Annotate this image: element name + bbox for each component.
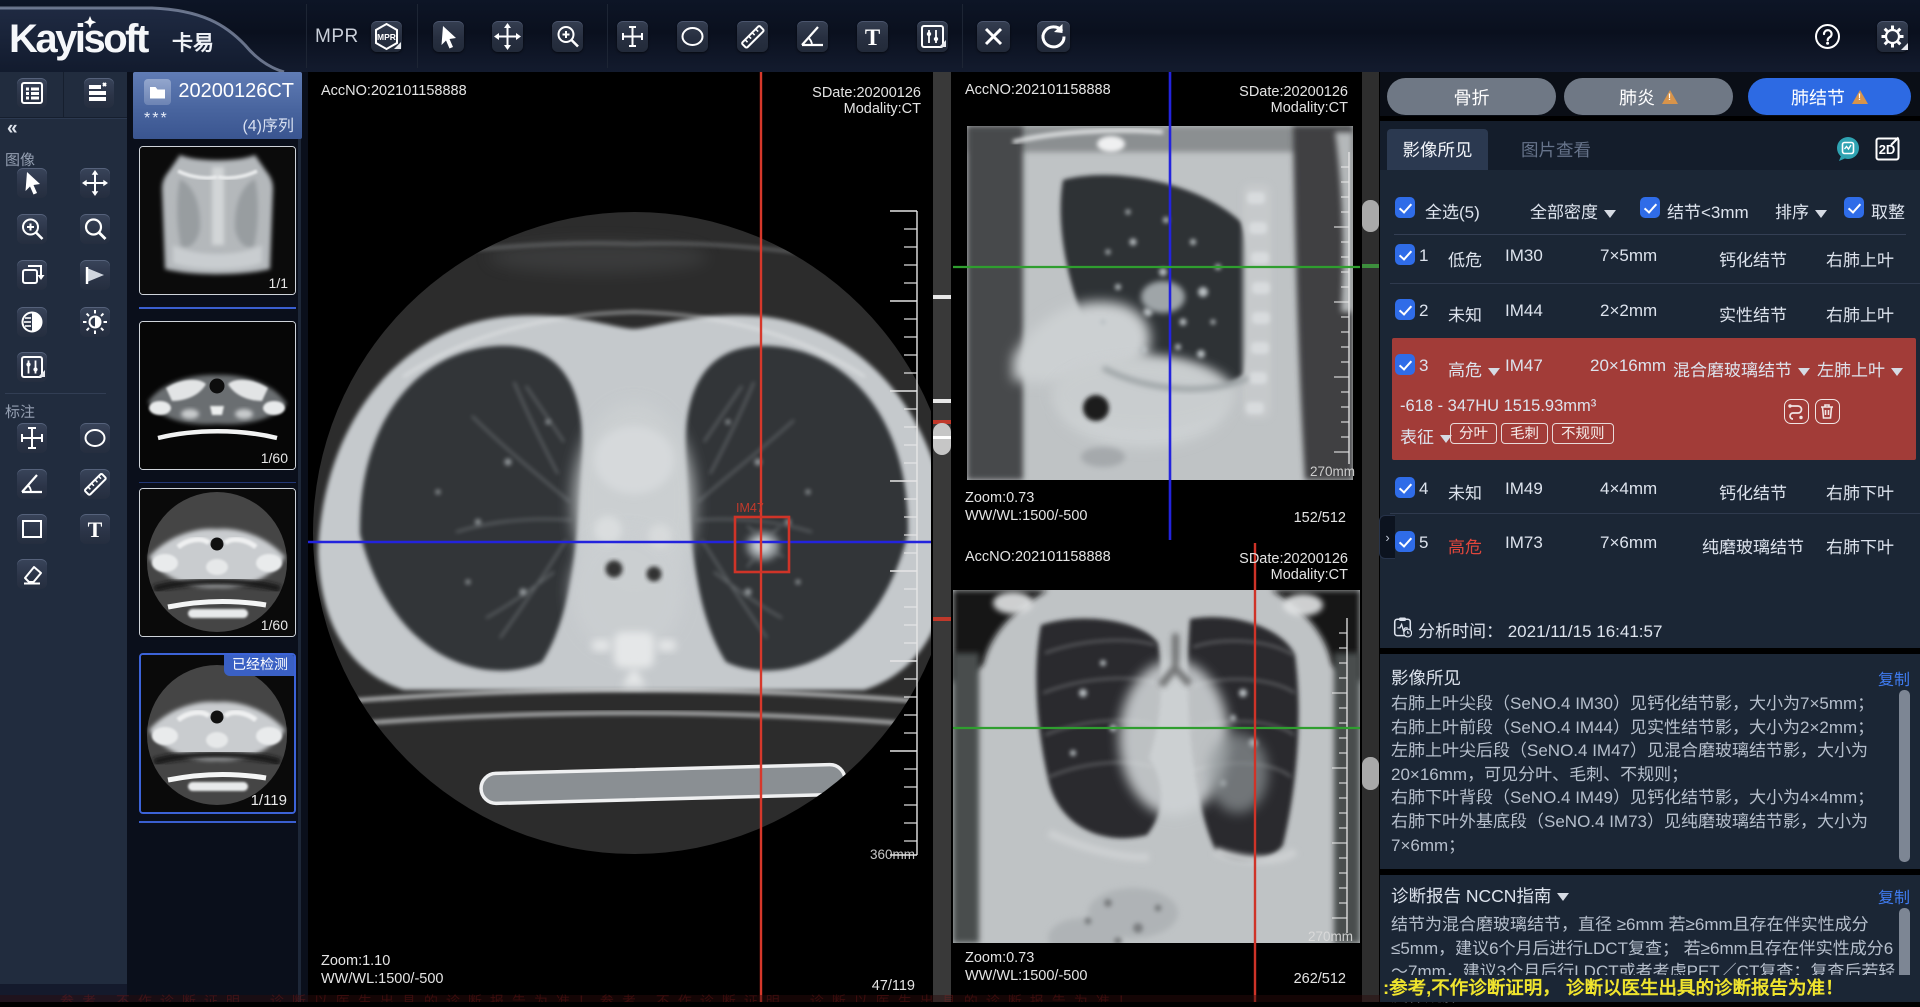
svg-text:360mm: 360mm [870,847,915,862]
svg-text:IM47: IM47 [736,501,764,515]
svg-text:T: T [865,25,880,50]
svg-text:Kayisoft: Kayisoft [9,17,149,61]
svg-text:270mm: 270mm [1310,464,1355,479]
svg-text:MPR: MPR [377,32,396,42]
svg-text:T: T [88,517,103,542]
svg-text:270mm: 270mm [1308,929,1353,944]
svg-text:卡易: 卡易 [172,31,214,55]
